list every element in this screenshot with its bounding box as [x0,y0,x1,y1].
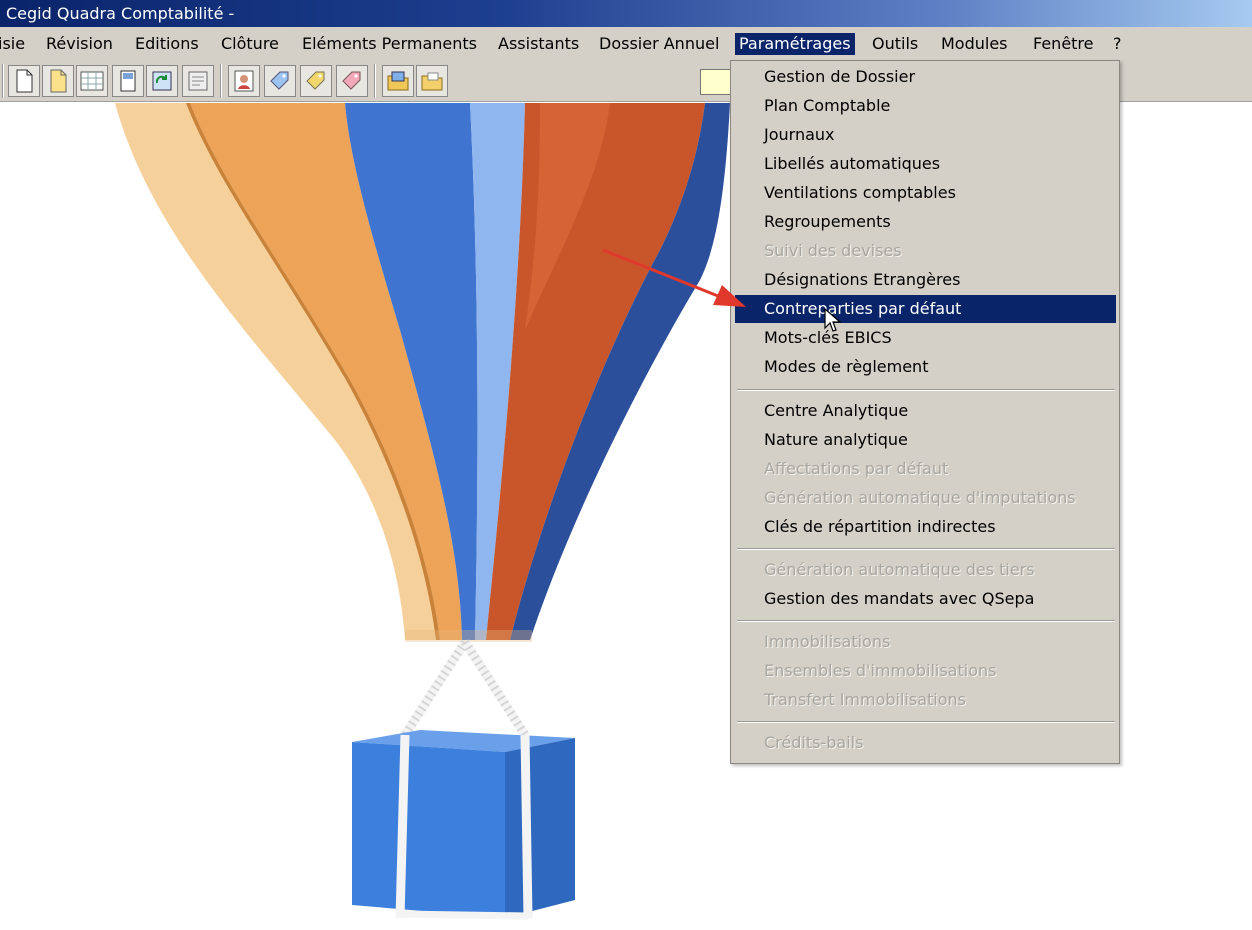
annotation-arrow-icon [602,248,746,307]
mouse-cursor-icon [824,308,842,332]
